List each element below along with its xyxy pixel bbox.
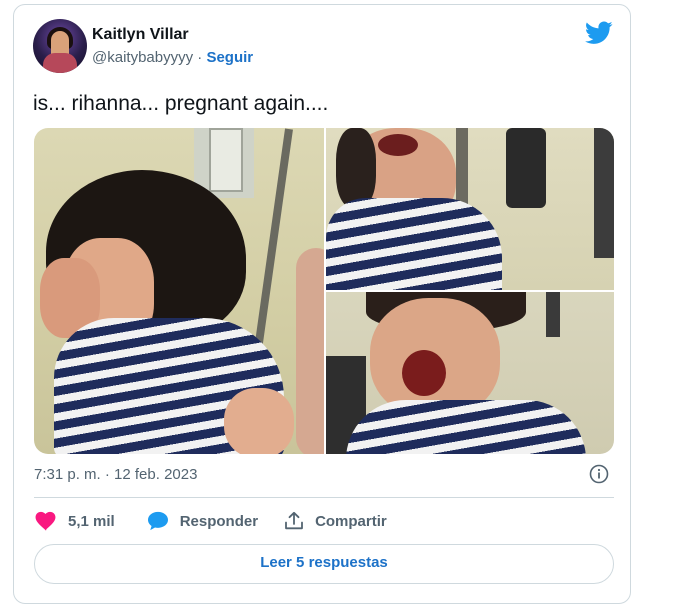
handle-separator: · <box>197 48 203 66</box>
reply-button[interactable]: Responder <box>147 511 258 531</box>
tweet-text: is... rihanna... pregnant again.... <box>33 92 329 115</box>
author-display-name[interactable]: Kaitlyn Villar <box>92 25 253 45</box>
twitter-bird-icon[interactable] <box>585 21 613 45</box>
reply-bubble-icon <box>147 511 168 531</box>
author-handle-row: @kaitybabyyyy · Seguir <box>92 48 253 68</box>
share-label: Compartir <box>315 512 387 530</box>
like-button[interactable]: 5,1 mil <box>35 511 115 531</box>
share-upload-icon <box>285 511 303 530</box>
reply-label: Responder <box>179 512 259 530</box>
like-count: 5,1 mil <box>68 512 115 530</box>
tweet-timestamp[interactable]: 7:31 p. m. · 12 feb. 2023 <box>34 466 197 483</box>
tweet-header: Kaitlyn Villar @kaitybabyyyy · Seguir <box>33 19 253 73</box>
heart-icon <box>35 511 56 531</box>
author-names: Kaitlyn Villar @kaitybabyyyy · Seguir <box>92 25 253 68</box>
tweet-media-grid[interactable] <box>34 128 614 454</box>
tweet-photo-1[interactable] <box>34 128 324 454</box>
info-icon[interactable] <box>589 464 609 484</box>
tweet-actions: 5,1 mil Responder Compartir <box>35 511 387 531</box>
share-button[interactable]: Compartir <box>284 511 387 531</box>
follow-button[interactable]: Seguir <box>206 49 253 66</box>
tweet-photo-2[interactable] <box>326 128 614 290</box>
author-avatar[interactable] <box>33 19 87 73</box>
read-replies-button[interactable]: Leer 5 respuestas <box>34 544 614 584</box>
tweet-card: Kaitlyn Villar @kaitybabyyyy · Seguir is… <box>13 4 631 604</box>
footer-divider <box>34 497 614 498</box>
tweet-photo-3[interactable] <box>326 292 614 454</box>
author-handle[interactable]: @kaitybabyyyy <box>92 49 193 66</box>
